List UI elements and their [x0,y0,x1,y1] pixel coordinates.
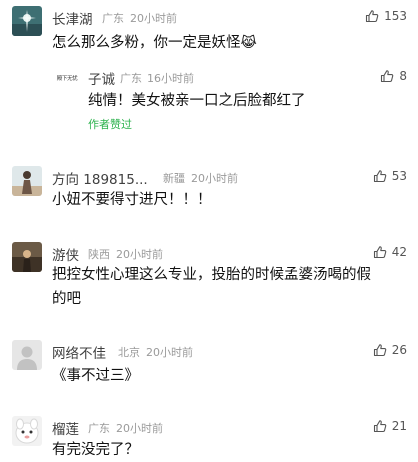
like-count: 53 [391,169,407,183]
comment-text: 把控女性心理这么专业，投胎的时候孟婆汤喝的假 的吧 [52,263,371,311]
reply-item: 殿下无忧 子诚 广东 16小时前 8 纯情！美女被亲一口之后脸都红了 作者赞过 [0,60,418,140]
username[interactable]: 网络不佳 [52,342,106,362]
like-button[interactable]: 21 [373,419,407,433]
comment-text-line: 的吧 [52,291,81,307]
thumb-up-icon [373,343,387,357]
like-count: 42 [391,245,407,259]
avatar[interactable] [12,340,42,370]
like-button[interactable]: 8 [380,69,407,83]
username[interactable]: 游侠 [52,244,79,264]
thumb-up-icon [373,245,387,259]
like-button[interactable]: 153 [365,9,407,23]
comment-time: 16小时前 [147,72,194,85]
author-liked-badge: 作者赞过 [88,118,132,131]
like-count: 153 [384,9,407,23]
laughing-cat-emoji: 😹 [240,35,257,51]
comment-location: 新疆 [163,172,185,185]
comment-item: 榴莲 广东 20小时前 21 有完没完了？ [0,410,418,462]
comment-time: 20小时前 [116,248,163,261]
comment-time: 20小时前 [116,422,163,435]
comment-time: 20小时前 [146,346,193,359]
avatar[interactable] [12,166,42,196]
comment-location: 广东 [88,422,110,435]
comment-location: 北京 [118,346,140,359]
comment-location: 广东 [102,12,124,25]
comment-time: 20小时前 [130,12,177,25]
like-count: 26 [391,343,407,357]
like-button[interactable]: 42 [373,245,407,259]
comment-text: 小妞不要得寸进尺！！！ [52,192,212,208]
comment-location: 陕西 [88,248,110,261]
thumb-up-icon [380,69,394,83]
avatar[interactable] [12,416,42,446]
username[interactable]: 方向 189815... [52,168,148,188]
comment-item: 网络不佳 北京 20小时前 26 《事不过三》 [0,334,418,394]
username[interactable]: 榴莲 [52,418,79,438]
comment-text-line: 把控女性心理这么专业，投胎的时候孟婆汤喝的假 [52,267,371,283]
thumb-up-icon [373,419,387,433]
like-count: 8 [399,69,407,83]
username[interactable]: 长津湖 [52,8,93,28]
like-button[interactable]: 53 [373,169,407,183]
like-button[interactable]: 26 [373,343,407,357]
avatar[interactable] [12,6,42,36]
comment-text-body: 怎么那么多粉，你一定是妖怪 [52,35,241,51]
comment-text: 纯情！美女被亲一口之后脸都红了 [88,93,306,109]
like-count: 21 [391,419,407,433]
avatar[interactable] [12,242,42,272]
comment-location: 广东 [120,72,142,85]
comment-text: 怎么那么多粉，你一定是妖怪😹 [52,31,257,55]
username[interactable]: 子诚 [88,68,115,88]
comment-text: 《事不过三》 [52,368,139,384]
comment-item: 方向 189815... 新疆 20小时前 53 小妞不要得寸进尺！！！ [0,160,418,220]
avatar-calligraphy-text: 殿下无忧 [56,76,78,82]
comment-item: 游侠 陕西 20小时前 42 把控女性心理这么专业，投胎的时候孟婆汤喝的假 的吧 [0,236,418,316]
comment-time: 20小时前 [191,172,238,185]
thumb-up-icon [365,9,379,23]
avatar[interactable]: 殿下无忧 [53,66,81,94]
comment-text: 有完没完了？ [52,442,139,458]
thumb-up-icon [373,169,387,183]
